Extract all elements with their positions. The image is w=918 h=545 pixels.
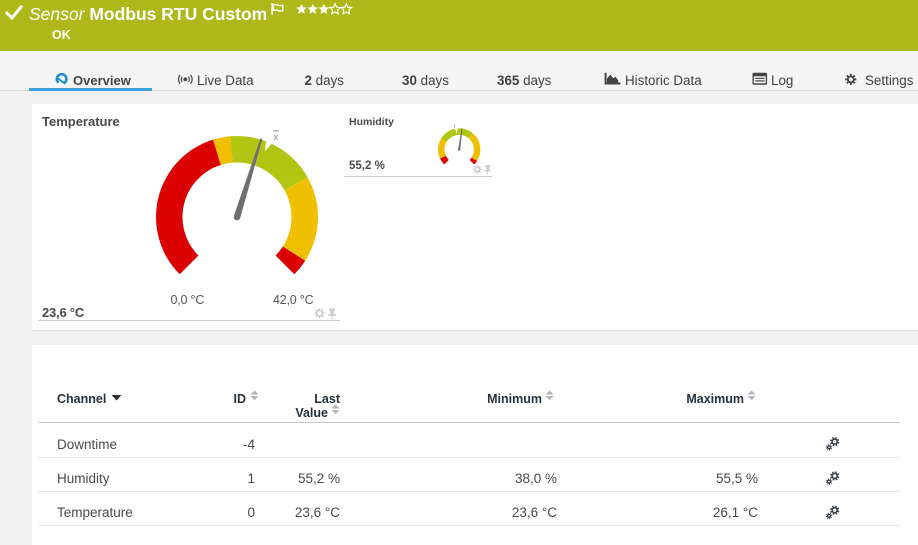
svg-text:x: x: [274, 132, 279, 143]
